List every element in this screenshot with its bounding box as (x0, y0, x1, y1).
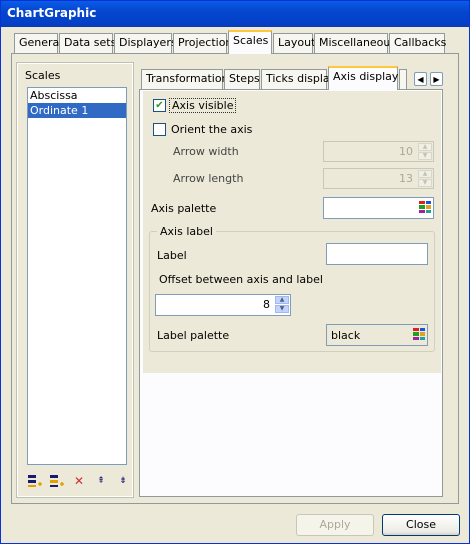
chartgraphic-window: ChartGraphic General Data sets Displayer… (0, 0, 470, 544)
add-scale-icon[interactable] (27, 473, 43, 489)
axis-palette-field[interactable] (323, 197, 434, 219)
offset-label: Offset between axis and label (159, 273, 323, 286)
tab-layout[interactable]: Layout (273, 33, 315, 53)
label-input[interactable] (326, 243, 428, 265)
delete-icon[interactable]: ✕ (71, 473, 87, 489)
list-item-ordinate-1[interactable]: Ordinate 1 (28, 103, 126, 118)
axis-palette-label: Axis palette (151, 202, 217, 215)
tab-overflow[interactable] (399, 69, 407, 89)
tab-scroll-right-icon[interactable]: ▶ (430, 72, 443, 86)
window-title: ChartGraphic (7, 6, 97, 20)
arrow-length-value: 13 (399, 172, 413, 185)
tab-projection[interactable]: Projection (173, 33, 232, 53)
title-bar[interactable]: ChartGraphic (1, 1, 469, 27)
tab-ticks-display[interactable]: Ticks display (261, 69, 336, 89)
tab-scroll-left-icon[interactable]: ◀ (414, 72, 427, 86)
label-palette-label: Label palette (157, 329, 230, 342)
palette-icon[interactable] (419, 201, 431, 213)
axis-visible-label[interactable]: Axis visible (169, 98, 237, 113)
axis-label-legend: Axis label (157, 225, 216, 238)
move-down-icon[interactable]: ⇟ (115, 473, 131, 489)
apply-button[interactable]: Apply (296, 514, 374, 536)
scales-caption: Scales (25, 69, 61, 82)
tab-scales[interactable]: Scales (228, 30, 272, 54)
arrow-length-spinner[interactable]: 13 ▲ ▼ (323, 168, 434, 189)
spin-up-icon[interactable]: ▲ (418, 143, 432, 151)
tab-data-sets[interactable]: Data sets (59, 33, 116, 53)
tab-steps[interactable]: Steps (224, 69, 260, 89)
label-palette-value: black (331, 329, 361, 342)
label-palette-field[interactable]: black (326, 324, 428, 346)
tab-miscellaneous[interactable]: Miscellaneous (314, 33, 396, 53)
scales-list[interactable]: Abscissa Ordinate 1 (27, 87, 127, 465)
orient-axis-checkbox[interactable] (153, 123, 166, 136)
arrow-width-value: 10 (399, 145, 413, 158)
palette-icon[interactable] (413, 328, 425, 340)
arrow-width-label: Arrow width (173, 145, 239, 158)
tab-general[interactable]: General (14, 33, 62, 53)
arrow-length-label: Arrow length (173, 172, 244, 185)
spin-down-icon[interactable]: ▼ (418, 152, 432, 160)
insert-scale-icon[interactable] (49, 473, 65, 489)
orient-axis-label[interactable]: Orient the axis (171, 123, 252, 136)
tab-displayers[interactable]: Displayers (114, 33, 177, 53)
move-up-icon[interactable]: ⇞ (93, 473, 109, 489)
list-item-abscissa[interactable]: Abscissa (28, 88, 126, 103)
tab-axis-display[interactable]: Axis display (328, 66, 398, 90)
scales-list-toolbar: ✕ ⇞ ⇟ (27, 471, 131, 491)
spin-up-icon[interactable]: ▲ (275, 296, 289, 304)
arrow-width-spinner[interactable]: 10 ▲ ▼ (323, 141, 434, 162)
spin-up-icon[interactable]: ▲ (418, 170, 432, 178)
offset-spinner[interactable]: 8 ▲ ▼ (155, 294, 291, 316)
label-label: Label (157, 249, 187, 262)
spin-down-icon[interactable]: ▼ (275, 305, 289, 313)
spin-down-icon[interactable]: ▼ (418, 179, 432, 187)
close-button[interactable]: Close (382, 514, 460, 536)
offset-value: 8 (263, 298, 270, 311)
tab-transformation[interactable]: Transformation (141, 69, 229, 89)
tab-callbacks[interactable]: Callbacks (389, 33, 446, 53)
axis-visible-checkbox[interactable]: ✔ (153, 99, 166, 112)
